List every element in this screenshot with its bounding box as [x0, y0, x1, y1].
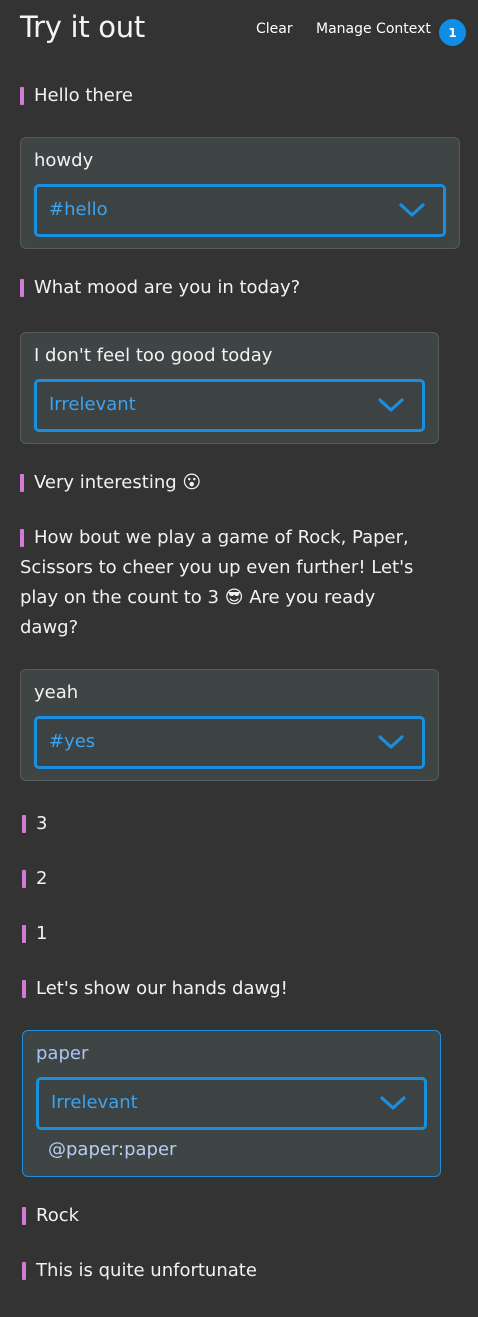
- user-response-card-selected[interactable]: paper Irrelevant @paper:paper: [22, 1030, 441, 1177]
- user-response-card: I don't feel too good today Irrelevant: [20, 332, 439, 444]
- intent-select-value: Irrelevant: [49, 394, 136, 415]
- bot-message: What mood are you in today?: [20, 273, 420, 303]
- intent-select[interactable]: Irrelevant: [36, 1077, 427, 1130]
- intent-select[interactable]: #yes: [34, 716, 425, 769]
- user-response-text: howdy: [34, 150, 94, 171]
- intent-select[interactable]: #hello: [34, 184, 446, 237]
- intent-select-value: #hello: [49, 199, 108, 220]
- bot-message: This is quite unfortunate: [22, 1256, 422, 1286]
- bot-message: Let's show our hands dawg!: [22, 974, 422, 1004]
- intent-select-value: Irrelevant: [51, 1092, 138, 1113]
- bot-message: Hello there: [20, 81, 420, 111]
- chevron-down-icon: [399, 203, 425, 217]
- intent-select[interactable]: Irrelevant: [34, 379, 425, 432]
- user-response-text: yeah: [34, 682, 79, 703]
- entity-mention[interactable]: @paper:paper: [48, 1139, 176, 1160]
- header: Try it out Clear Manage Context 1: [0, 0, 478, 60]
- bot-message: 1: [22, 919, 422, 949]
- chevron-down-icon: [378, 735, 404, 749]
- clear-button[interactable]: Clear: [256, 21, 293, 37]
- intent-select-value: #yes: [49, 731, 96, 752]
- user-response-card: yeah #yes: [20, 669, 439, 781]
- user-response-text: paper: [36, 1043, 89, 1064]
- bot-message: 2: [22, 864, 422, 894]
- bot-message: Rock: [22, 1201, 422, 1231]
- chevron-down-icon: [378, 398, 404, 412]
- user-response-text: I don't feel too good today: [34, 345, 273, 366]
- bot-message: How bout we play a game of Rock, Paper, …: [20, 523, 415, 643]
- chevron-down-icon: [380, 1096, 406, 1110]
- page-title: Try it out: [20, 10, 145, 44]
- bot-message: Very interesting 😮: [20, 468, 420, 498]
- bot-message: 3: [22, 809, 422, 839]
- context-count-badge[interactable]: 1: [439, 19, 466, 46]
- manage-context-button[interactable]: Manage Context: [316, 21, 431, 37]
- user-response-card: howdy #hello: [20, 137, 460, 249]
